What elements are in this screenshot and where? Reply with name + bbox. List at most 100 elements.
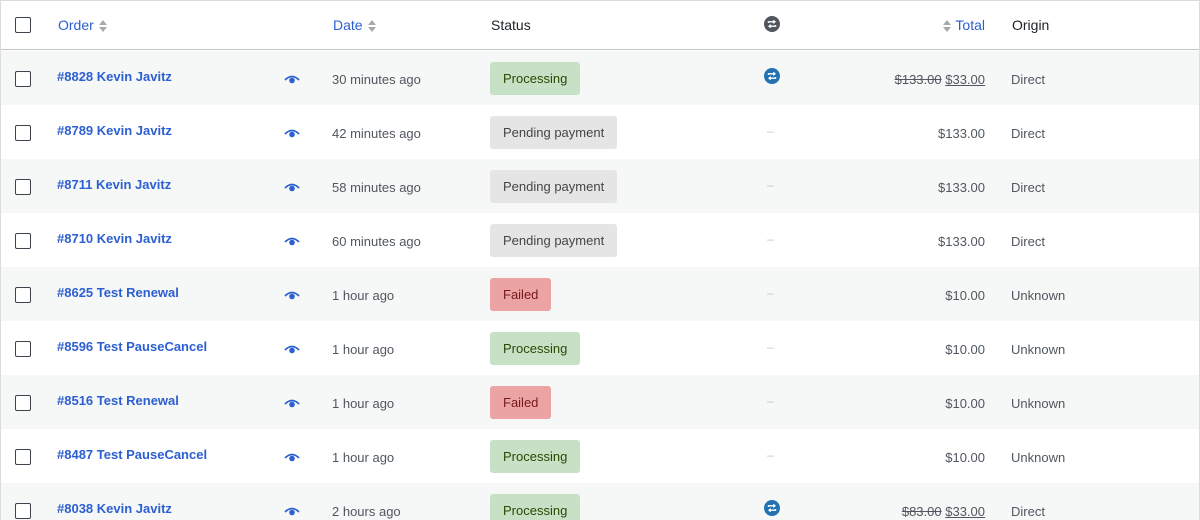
- total-header-label: Total: [955, 17, 985, 33]
- order-link[interactable]: #8487 Test PauseCancel: [57, 447, 207, 463]
- status-badge: Processing: [490, 332, 581, 365]
- table-row[interactable]: #8828 Kevin Javitz 30 minutes ago Proces…: [1, 51, 1199, 105]
- order-link[interactable]: #8516 Test Renewal: [57, 393, 179, 409]
- order-link[interactable]: #8711 Kevin Javitz: [57, 177, 171, 193]
- order-date: 1 hour ago: [332, 396, 395, 411]
- order-origin: Direct: [1011, 504, 1045, 519]
- status-badge: Failed: [490, 278, 552, 311]
- eye-icon[interactable]: [284, 397, 300, 409]
- table-row[interactable]: #8710 Kevin Javitz 60 minutes ago Pendin…: [1, 213, 1199, 267]
- status-column-header: Status: [491, 17, 531, 33]
- order-link[interactable]: #8710 Kevin Javitz: [57, 231, 172, 247]
- order-origin: Direct: [1011, 180, 1045, 195]
- total-amount: $10.00: [945, 396, 985, 411]
- order-total: $83.00 $33.00: [902, 504, 985, 520]
- row-checkbox[interactable]: [15, 449, 31, 465]
- order-origin: Unknown: [1011, 450, 1066, 465]
- order-column-header[interactable]: Order: [58, 16, 107, 34]
- eye-icon[interactable]: [284, 451, 300, 463]
- order-link[interactable]: #8596 Test PauseCancel: [57, 339, 207, 355]
- date-header-label: Date: [333, 17, 363, 33]
- status-badge: Pending payment: [490, 116, 618, 149]
- eye-icon[interactable]: [284, 181, 300, 193]
- orders-table: Order Date Status Total Origin #8828 Kev…: [0, 0, 1200, 520]
- no-subscription-dash: –: [767, 286, 774, 300]
- date-column-header[interactable]: Date: [333, 16, 376, 34]
- no-subscription-dash: –: [767, 178, 774, 192]
- table-row[interactable]: #8789 Kevin Javitz 42 minutes ago Pendin…: [1, 105, 1199, 159]
- order-date: 42 minutes ago: [332, 126, 421, 141]
- eye-icon[interactable]: [284, 127, 300, 139]
- table-row[interactable]: #8625 Test Renewal 1 hour ago Failed – $…: [1, 267, 1199, 321]
- origin-column-header: Origin: [1012, 17, 1050, 33]
- eye-icon[interactable]: [284, 505, 300, 517]
- status-badge: Processing: [490, 494, 581, 520]
- order-total: $10.00: [945, 396, 985, 412]
- order-origin: Direct: [1011, 234, 1045, 249]
- eye-icon[interactable]: [284, 235, 300, 247]
- total-amount: $10.00: [945, 450, 985, 465]
- row-checkbox[interactable]: [15, 287, 31, 303]
- status-badge: Pending payment: [490, 170, 618, 203]
- renewal-icon[interactable]: [764, 500, 780, 516]
- order-link[interactable]: #8625 Test Renewal: [57, 285, 179, 301]
- table-header: Order Date Status Total Origin: [1, 1, 1199, 50]
- order-date: 1 hour ago: [332, 288, 395, 303]
- row-checkbox[interactable]: [15, 341, 31, 357]
- status-badge: Failed: [490, 386, 552, 419]
- order-origin: Unknown: [1011, 342, 1066, 357]
- row-checkbox[interactable]: [15, 233, 31, 249]
- no-subscription-dash: –: [767, 448, 774, 462]
- total-amount: $10.00: [945, 288, 985, 303]
- discounted-total: $33.00: [945, 72, 985, 87]
- order-origin: Unknown: [1011, 288, 1066, 303]
- sort-arrows-icon: [943, 19, 952, 33]
- eye-icon[interactable]: [284, 73, 300, 85]
- eye-icon[interactable]: [284, 289, 300, 301]
- row-checkbox[interactable]: [15, 71, 31, 87]
- order-total: $10.00: [945, 342, 985, 358]
- total-amount: $133.00: [938, 126, 985, 141]
- original-total: $83.00: [901, 504, 942, 519]
- order-total: $133.00: [938, 126, 985, 142]
- order-total: $133.00: [938, 234, 985, 250]
- order-origin: Unknown: [1011, 396, 1066, 411]
- select-all-checkbox[interactable]: [15, 17, 31, 33]
- no-subscription-dash: –: [767, 394, 774, 408]
- sort-arrows-icon: [367, 19, 376, 33]
- order-link[interactable]: #8828 Kevin Javitz: [57, 69, 172, 85]
- order-link[interactable]: #8038 Kevin Javitz: [57, 501, 172, 517]
- renewal-icon[interactable]: [764, 68, 780, 84]
- status-badge: Processing: [490, 440, 581, 473]
- eye-icon[interactable]: [284, 343, 300, 355]
- table-row[interactable]: #8038 Kevin Javitz 2 hours ago Processin…: [1, 483, 1199, 520]
- table-row[interactable]: #8596 Test PauseCancel 1 hour ago Proces…: [1, 321, 1199, 375]
- no-subscription-dash: –: [767, 124, 774, 138]
- row-checkbox[interactable]: [15, 179, 31, 195]
- order-date: 1 hour ago: [332, 450, 395, 465]
- no-subscription-dash: –: [767, 232, 774, 246]
- row-checkbox[interactable]: [15, 395, 31, 411]
- order-link[interactable]: #8789 Kevin Javitz: [57, 123, 172, 139]
- table-row[interactable]: #8487 Test PauseCancel 1 hour ago Proces…: [1, 429, 1199, 483]
- order-total: $10.00: [945, 288, 985, 304]
- order-total: $133.00: [938, 180, 985, 196]
- order-date: 60 minutes ago: [332, 234, 421, 249]
- discounted-total: $33.00: [945, 504, 985, 519]
- table-row[interactable]: #8711 Kevin Javitz 58 minutes ago Pendin…: [1, 159, 1199, 213]
- total-amount: $133.00: [938, 234, 985, 249]
- table-row[interactable]: #8516 Test Renewal 1 hour ago Failed – $…: [1, 375, 1199, 429]
- order-date: 2 hours ago: [332, 504, 401, 519]
- total-column-header[interactable]: Total: [943, 16, 985, 34]
- order-date: 1 hour ago: [332, 342, 395, 357]
- order-total: $133.00 $33.00: [895, 72, 985, 88]
- order-date: 58 minutes ago: [332, 180, 421, 195]
- order-total: $10.00: [945, 450, 985, 466]
- total-amount: $10.00: [945, 342, 985, 357]
- row-checkbox[interactable]: [15, 125, 31, 141]
- order-origin: Direct: [1011, 72, 1045, 87]
- total-amount: $133.00: [938, 180, 985, 195]
- row-checkbox[interactable]: [15, 503, 31, 519]
- status-badge: Processing: [490, 62, 581, 95]
- sort-arrows-icon: [98, 19, 107, 33]
